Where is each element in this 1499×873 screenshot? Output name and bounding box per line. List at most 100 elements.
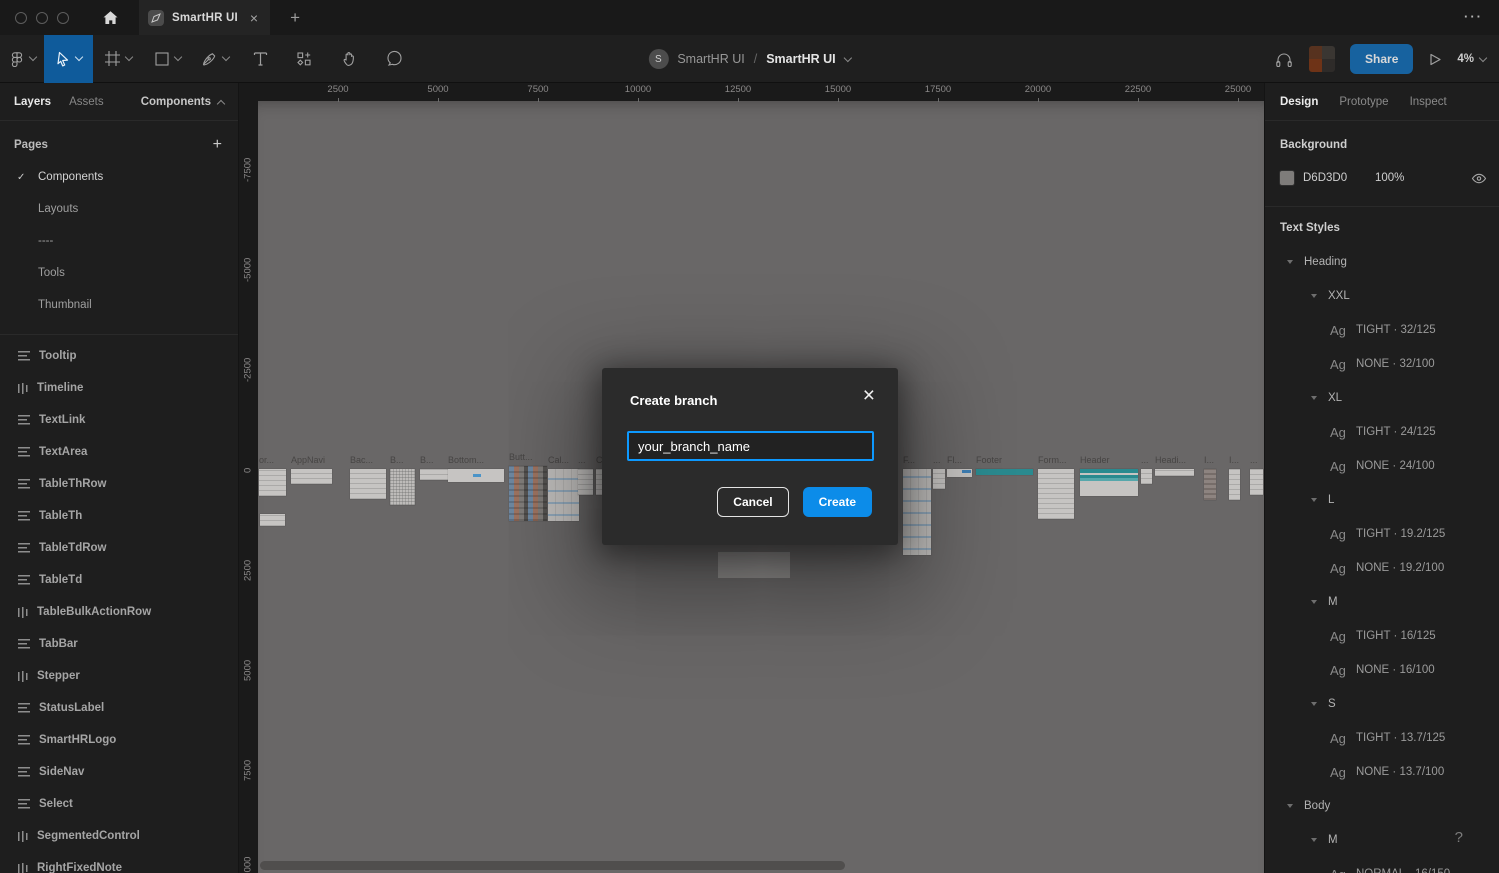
traffic-lights[interactable] (15, 12, 69, 24)
pen-tool-button[interactable] (191, 35, 239, 83)
share-button[interactable]: Share (1350, 44, 1413, 74)
frame-thumbnail[interactable] (260, 514, 285, 526)
canvas-frame[interactable]: Fl... (947, 455, 972, 477)
chevron-down-icon[interactable] (1311, 838, 1317, 842)
canvas-frame[interactable]: I... (1229, 455, 1240, 500)
tab-prototype[interactable]: Prototype (1339, 96, 1388, 108)
component-list-item[interactable]: SideNav (0, 756, 238, 788)
present-play-icon[interactable] (1428, 52, 1442, 67)
frame-name-label[interactable]: Fl... (947, 455, 972, 466)
overflow-menu-icon[interactable]: ··· (1464, 9, 1483, 24)
tab-assets[interactable]: Assets (69, 96, 104, 108)
resources-button[interactable] (281, 35, 327, 83)
text-style-row[interactable]: Ag S (1265, 687, 1499, 721)
canvas-frame[interactable]: Butt... (509, 452, 547, 521)
frame-name-label[interactable]: ... (1250, 455, 1263, 466)
figma-menu-button[interactable] (0, 35, 44, 83)
component-list-item[interactable]: SegmentedControl (0, 820, 238, 852)
page-item[interactable]: ✓ Tools (0, 257, 238, 289)
text-style-row[interactable]: Ag XL (1265, 381, 1499, 415)
page-item[interactable]: ✓ Thumbnail (0, 289, 238, 321)
frame-name-label[interactable]: ... (933, 455, 945, 466)
component-list-item[interactable]: Timeline (0, 372, 238, 404)
maximize-window-icon[interactable] (57, 12, 69, 24)
canvas-frame[interactable]: Footer (976, 455, 1033, 475)
canvas-frame[interactable]: Header (1080, 455, 1138, 496)
tab-layers[interactable]: Layers (14, 96, 51, 108)
opacity-value[interactable]: 100% (1375, 172, 1404, 184)
component-list-item[interactable]: TextArea (0, 436, 238, 468)
chevron-down-icon[interactable] (1287, 260, 1293, 264)
frame-thumbnail[interactable] (1141, 469, 1152, 484)
canvas-frame[interactable]: or... (259, 455, 286, 496)
component-list-item[interactable]: TableThRow (0, 468, 238, 500)
components-panel-toggle[interactable]: Components (141, 96, 224, 108)
text-style-row[interactable]: Ag TIGHT · 32/125 (1265, 313, 1499, 347)
frame-name-label[interactable]: AppNavi (291, 455, 332, 466)
frame-name-label[interactable]: B... (390, 455, 415, 466)
horizontal-scrollbar[interactable] (260, 861, 845, 870)
tab-inspect[interactable]: Inspect (1410, 96, 1447, 108)
color-swatch[interactable] (1280, 171, 1294, 185)
frame-name-label[interactable]: Headi... (1155, 455, 1194, 466)
text-style-row[interactable]: Ag TIGHT · 13.7/125 (1265, 721, 1499, 755)
close-tab-icon[interactable]: × (250, 11, 258, 25)
text-style-row[interactable]: Ag NORMAL · 16/150 (1265, 857, 1499, 873)
component-list-item[interactable]: SmartHRLogo (0, 724, 238, 756)
home-button[interactable] (95, 3, 125, 33)
text-style-row[interactable]: Ag XXL (1265, 279, 1499, 313)
frame-thumbnail[interactable] (259, 469, 286, 496)
frame-thumbnail[interactable] (903, 469, 931, 555)
frame-name-label[interactable]: I... (1204, 455, 1216, 466)
frame-thumbnail[interactable] (1204, 469, 1216, 500)
frame-name-label[interactable] (260, 500, 285, 511)
branch-name-input[interactable] (627, 431, 874, 461)
move-tool-button[interactable] (44, 35, 93, 83)
frame-thumbnail[interactable] (350, 469, 386, 499)
frame-name-label[interactable]: B... (420, 455, 450, 466)
frame-thumbnail[interactable] (947, 469, 972, 477)
chevron-down-icon[interactable] (1311, 396, 1317, 400)
cancel-button[interactable]: Cancel (717, 487, 788, 517)
component-list-item[interactable]: Select (0, 788, 238, 820)
frame-thumbnail[interactable] (976, 469, 1033, 475)
frame-name-label[interactable]: Butt... (509, 452, 547, 463)
canvas-frame[interactable]: ... (1141, 455, 1152, 484)
chevron-down-icon[interactable] (1287, 804, 1293, 808)
shape-tool-button[interactable] (143, 35, 191, 83)
component-list-item[interactable]: TableTh (0, 500, 238, 532)
tab-design[interactable]: Design (1280, 96, 1318, 108)
frame-name-label[interactable]: ... (578, 455, 593, 466)
text-style-row[interactable]: Ag TIGHT · 24/125 (1265, 415, 1499, 449)
frame-name-label[interactable]: Header (1080, 455, 1138, 466)
frame-name-label[interactable]: ... (1141, 455, 1152, 466)
text-style-row[interactable]: Ag Heading (1265, 245, 1499, 279)
new-tab-button[interactable]: + (290, 8, 300, 28)
canvas-frame[interactable]: Bottom... (448, 455, 504, 482)
canvas-frame[interactable]: AppNavi (291, 455, 332, 484)
chevron-down-icon[interactable] (1311, 498, 1317, 502)
team-name[interactable]: SmartHR UI (677, 52, 744, 66)
minimize-window-icon[interactable] (36, 12, 48, 24)
chevron-down-icon[interactable] (1311, 600, 1317, 604)
frame-thumbnail[interactable] (1080, 469, 1138, 496)
hand-tool-button[interactable] (327, 35, 371, 83)
frame-name-label[interactable]: F... (903, 455, 931, 466)
multiplayer-avatar[interactable] (1309, 46, 1335, 72)
text-style-row[interactable]: Ag NONE · 19.2/100 (1265, 551, 1499, 585)
frame-tool-button[interactable] (93, 35, 143, 83)
component-list-item[interactable]: TableTdRow (0, 532, 238, 564)
text-tool-button[interactable] (239, 35, 281, 83)
page-item[interactable]: ✓ Components (0, 161, 238, 193)
frame-thumbnail[interactable] (1250, 469, 1263, 495)
file-name[interactable]: SmartHR UI (766, 52, 835, 66)
chevron-down-icon[interactable] (843, 53, 851, 61)
comment-tool-button[interactable] (371, 35, 417, 83)
frame-thumbnail[interactable] (390, 469, 415, 505)
visibility-eye-icon[interactable] (1471, 172, 1487, 185)
canvas-frame[interactable]: Bac... (350, 455, 386, 499)
text-style-row[interactable]: Ag M (1265, 823, 1499, 857)
canvas-frame[interactable]: F... (903, 455, 931, 555)
frame-name-label[interactable]: or... (259, 455, 286, 466)
component-list-item[interactable]: TabBar (0, 628, 238, 660)
